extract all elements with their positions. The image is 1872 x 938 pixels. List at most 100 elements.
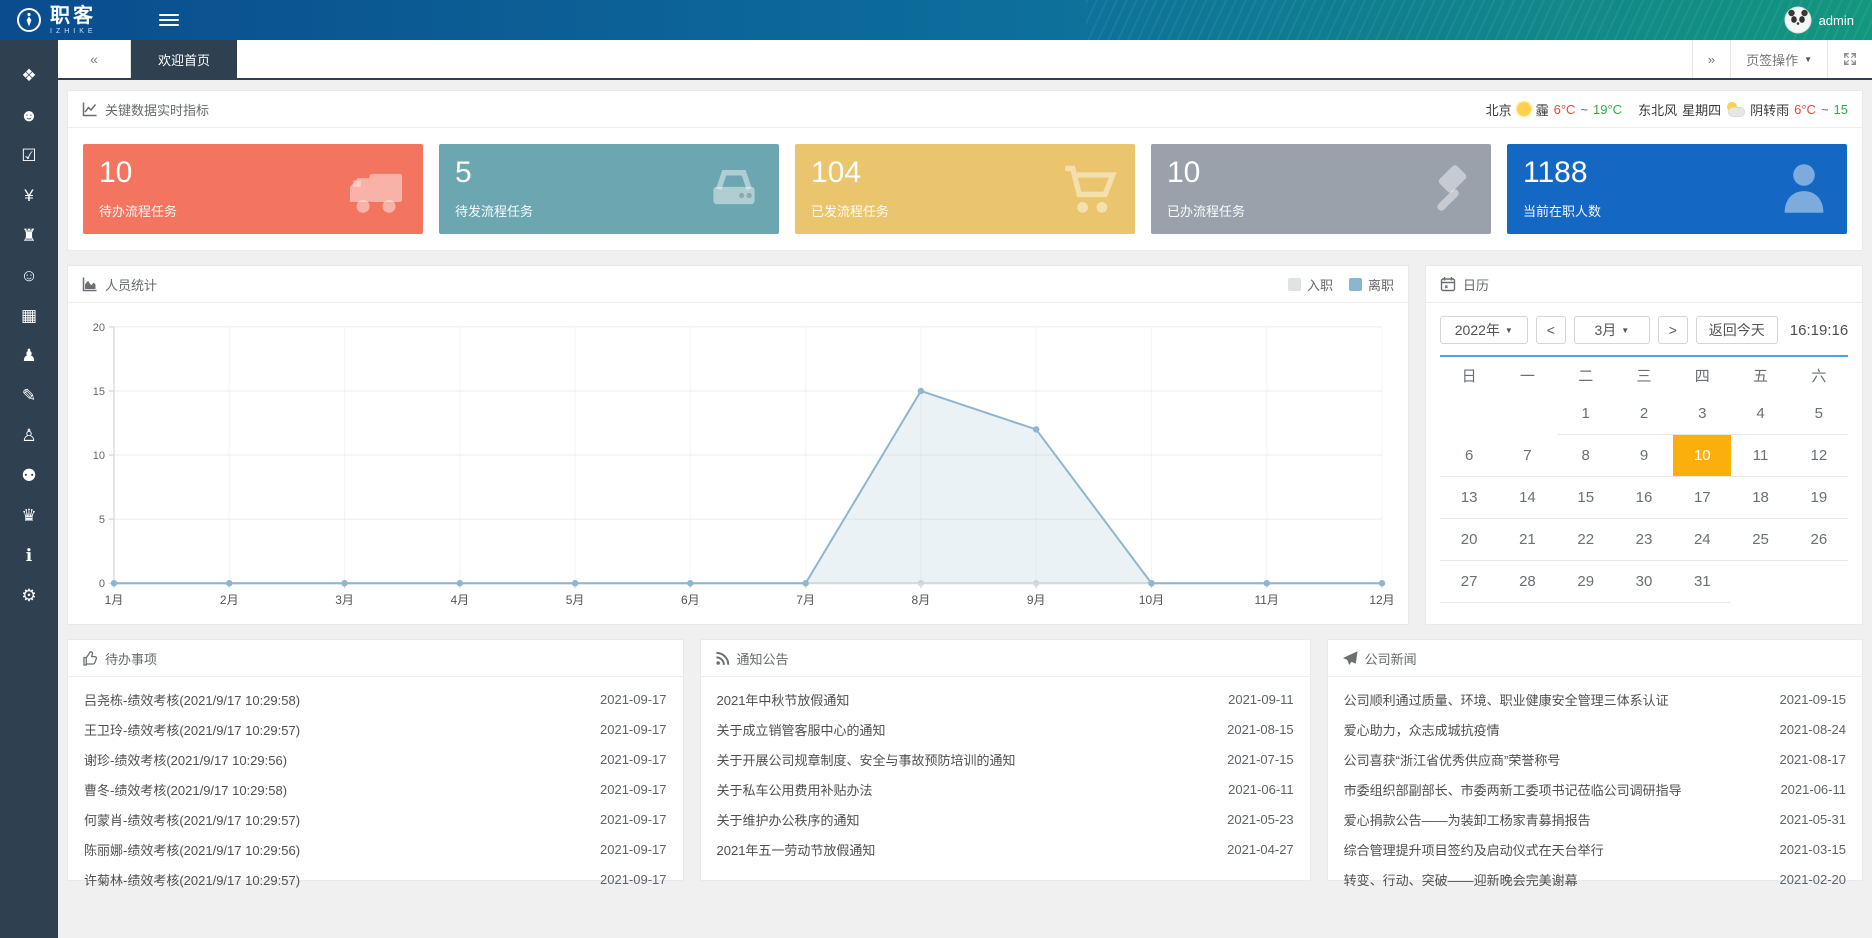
- calendar-date[interactable]: 2: [1615, 393, 1673, 435]
- app-logo[interactable]: 职客 IZHIKE: [0, 6, 97, 35]
- calendar-date[interactable]: 7: [1498, 435, 1556, 477]
- calendar-date[interactable]: 9: [1615, 435, 1673, 477]
- briefcase-icon[interactable]: ▦: [0, 296, 58, 336]
- calendar-date[interactable]: 21: [1498, 519, 1556, 561]
- gavel-icon: [1419, 162, 1475, 216]
- calendar-date[interactable]: 27: [1440, 561, 1498, 603]
- calendar-date[interactable]: 31: [1673, 561, 1731, 603]
- news-item-date: 2021-05-31: [1780, 812, 1847, 827]
- calendar-date[interactable]: 16: [1615, 477, 1673, 519]
- notice-item[interactable]: 关于私车公用费用补贴办法2021-06-11: [717, 774, 1294, 804]
- growth-icon[interactable]: ♙: [0, 416, 58, 456]
- user-menu[interactable]: admin: [1784, 6, 1872, 34]
- calendar-date[interactable]: 17: [1673, 477, 1731, 519]
- calendar-date[interactable]: 1: [1557, 393, 1615, 435]
- modules-icon[interactable]: ❖: [0, 56, 58, 96]
- calendar-date[interactable]: 29: [1557, 561, 1615, 603]
- notice-item[interactable]: 关于成立销管客服中心的通知2021-08-15: [717, 714, 1294, 744]
- tab-operations-dropdown[interactable]: 页签操作▼: [1730, 40, 1827, 78]
- kpi-card[interactable]: 10待办流程任务: [83, 144, 423, 234]
- calendar-date[interactable]: 4: [1731, 393, 1789, 435]
- todo-item[interactable]: 吕尧栋-绩效考核(2021/9/17 10:29:58)2021-09-17: [84, 684, 667, 714]
- tabs-scroll-right-icon[interactable]: »: [1692, 40, 1730, 78]
- calendar-date[interactable]: 19: [1790, 477, 1848, 519]
- next-month-button[interactable]: >: [1658, 316, 1688, 344]
- prev-month-button[interactable]: <: [1536, 316, 1566, 344]
- todo-item[interactable]: 王卫玲-绩效考核(2021/9/17 10:29:57)2021-09-17: [84, 714, 667, 744]
- news-item[interactable]: 综合管理提升项目签约及启动仪式在天台举行2021-03-15: [1344, 834, 1846, 864]
- notice-item[interactable]: 2021年五一劳动节放假通知2021-04-27: [717, 834, 1294, 864]
- calendar-date[interactable]: 18: [1731, 477, 1789, 519]
- bank-icon[interactable]: ♜: [0, 216, 58, 256]
- org-users-icon[interactable]: ☻: [0, 96, 58, 136]
- todo-item[interactable]: 谢珍-绩效考核(2021/9/17 10:29:56)2021-09-17: [84, 744, 667, 774]
- calendar-date[interactable]: 12: [1790, 435, 1848, 477]
- notice-item[interactable]: 2021年中秋节放假通知2021-09-11: [717, 684, 1294, 714]
- calendar-empty-cell: [1498, 393, 1556, 434]
- todo-item[interactable]: 何蒙肖-绩效考核(2021/9/17 10:29:57)2021-09-17: [84, 804, 667, 834]
- calendar-date[interactable]: 14: [1498, 477, 1556, 519]
- news-item[interactable]: 市委组织部副部长、市委两新工委项书记莅临公司调研指导2021-06-11: [1344, 774, 1846, 804]
- legend-item-hired[interactable]: 入职: [1288, 275, 1333, 294]
- calendar-date[interactable]: 30: [1615, 561, 1673, 603]
- training-icon[interactable]: ✎: [0, 376, 58, 416]
- calendar-date[interactable]: 10: [1673, 435, 1731, 477]
- legend-item-left[interactable]: 离职: [1349, 275, 1394, 294]
- weather-cond2: 阴转雨: [1750, 100, 1789, 119]
- calendar-date[interactable]: 24: [1673, 519, 1731, 561]
- back-to-today-button[interactable]: 返回今天: [1696, 316, 1778, 344]
- reward-icon[interactable]: ♛: [0, 496, 58, 536]
- calendar-date[interactable]: 22: [1557, 519, 1615, 561]
- notice-item[interactable]: 关于维护办公秩序的通知2021-05-23: [717, 804, 1294, 834]
- year-select[interactable]: 2022年▼: [1440, 316, 1528, 344]
- calendar-date[interactable]: 13: [1440, 477, 1498, 519]
- calendar-date[interactable]: 20: [1440, 519, 1498, 561]
- todo-item[interactable]: 曹冬-绩效考核(2021/9/17 10:29:58)2021-09-17: [84, 774, 667, 804]
- notice-item[interactable]: 关于开展公司规章制度、安全与事故预防培训的通知2021-07-15: [717, 744, 1294, 774]
- calendar-date[interactable]: 15: [1557, 477, 1615, 519]
- news-item-date: 2021-02-20: [1780, 872, 1847, 887]
- members-icon[interactable]: ☺: [0, 256, 58, 296]
- calendar-date[interactable]: 25: [1731, 519, 1789, 561]
- todo-item-text: 谢珍-绩效考核(2021/9/17 10:29:56): [84, 750, 287, 769]
- top-bar: 职客 IZHIKE admin: [0, 0, 1872, 40]
- calendar-panel: 日历 2022年▼ < 3月▼ > 返回今天 16:19:16: [1425, 265, 1863, 625]
- todo-item[interactable]: 陈丽娜-绩效考核(2021/9/17 10:29:56)2021-09-17: [84, 834, 667, 864]
- tab-home[interactable]: 欢迎首页: [131, 40, 237, 78]
- salary-icon[interactable]: ¥: [0, 176, 58, 216]
- news-item[interactable]: 爱心捐款公告——为装卸工杨家青募捐报告2021-05-31: [1344, 804, 1846, 834]
- profile-icon[interactable]: ⚉: [0, 456, 58, 496]
- svg-text:3月: 3月: [335, 593, 354, 607]
- news-item[interactable]: 爱心助力，众志成城抗疫情2021-08-24: [1344, 714, 1846, 744]
- calendar-date[interactable]: 26: [1790, 519, 1848, 561]
- recruit-icon[interactable]: ♟: [0, 336, 58, 376]
- calendar-date[interactable]: 6: [1440, 435, 1498, 477]
- weather-temp-high2: 15: [1834, 102, 1848, 117]
- month-select[interactable]: 3月▼: [1574, 316, 1650, 344]
- svg-text:7月: 7月: [796, 593, 815, 607]
- kpi-card[interactable]: 104已发流程任务: [795, 144, 1135, 234]
- calendar-day-header: 日: [1440, 357, 1498, 393]
- news-item[interactable]: 公司喜获“浙江省优秀供应商”荣誉称号2021-08-17: [1344, 744, 1846, 774]
- calendar-date[interactable]: 11: [1731, 435, 1789, 477]
- tabs-scroll-left-icon[interactable]: «: [58, 40, 131, 78]
- todo-item[interactable]: 许菊林-绩效考核(2021/9/17 10:29:57)2021-09-17: [84, 864, 667, 894]
- news-item[interactable]: 转变、行动、突破——迎新晚会完美谢幕2021-02-20: [1344, 864, 1846, 894]
- kpi-card[interactable]: 5待发流程任务: [439, 144, 779, 234]
- cart-icon: [1059, 162, 1119, 216]
- news-item[interactable]: 公司顺利通过质量、环境、职业健康安全管理三体系认证2021-09-15: [1344, 684, 1846, 714]
- fullscreen-icon[interactable]: [1827, 40, 1872, 78]
- settings-icon[interactable]: ⚙: [0, 576, 58, 616]
- info-icon[interactable]: ℹ: [0, 536, 58, 576]
- calendar-date[interactable]: 8: [1557, 435, 1615, 477]
- menu-toggle-icon[interactable]: [159, 11, 179, 29]
- notices-title: 通知公告: [737, 649, 789, 668]
- calendar-date[interactable]: 5: [1790, 393, 1848, 435]
- calendar-date[interactable]: 28: [1498, 561, 1556, 603]
- notice-item-date: 2021-07-15: [1227, 752, 1294, 767]
- kpi-card[interactable]: 1188当前在职人数: [1507, 144, 1847, 234]
- kpi-card[interactable]: 10已办流程任务: [1151, 144, 1491, 234]
- calendar-date[interactable]: 3: [1673, 393, 1731, 435]
- calendar-date[interactable]: 23: [1615, 519, 1673, 561]
- approval-icon[interactable]: ☑: [0, 136, 58, 176]
